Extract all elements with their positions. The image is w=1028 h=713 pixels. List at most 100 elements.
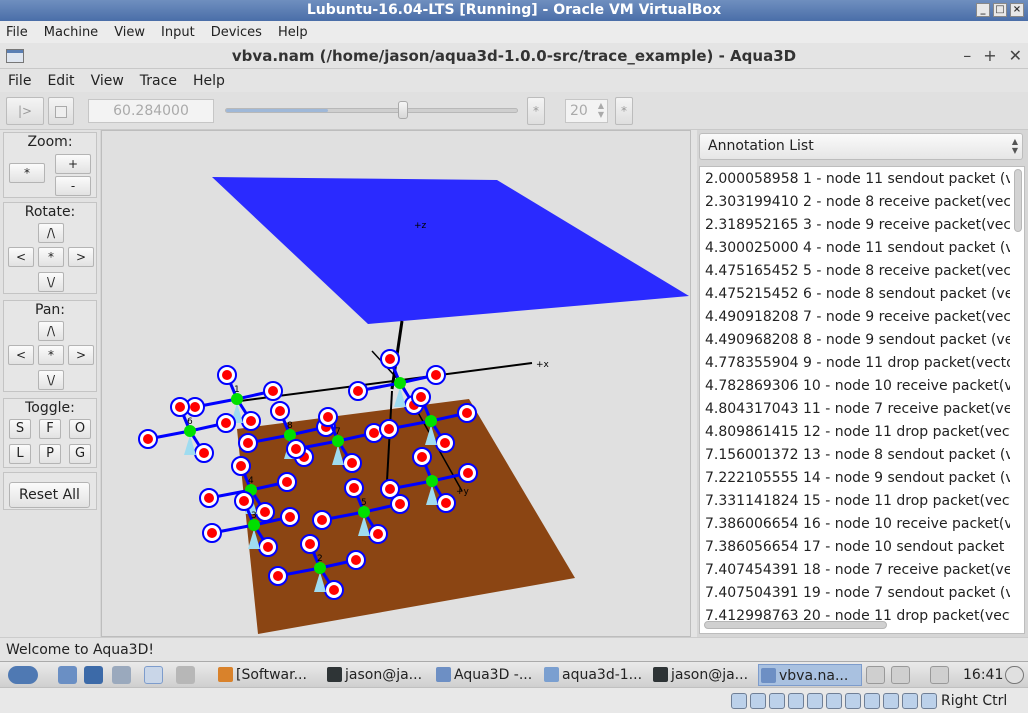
pan-left-button[interactable]: < — [8, 345, 34, 365]
zoom-in-button[interactable]: + — [55, 154, 91, 174]
vbox-maximize-button[interactable]: □ — [993, 3, 1007, 17]
taskbar-task[interactable]: [Softwar... — [216, 664, 320, 686]
pan-center-button[interactable]: * — [38, 345, 64, 365]
app-close-button[interactable]: ✕ — [1009, 43, 1022, 69]
workspace-2-icon[interactable] — [176, 666, 195, 684]
annotation-row[interactable]: 7.407504391 19 - node 7 sendout packet (… — [700, 581, 1010, 604]
annotation-row[interactable]: 7.386056654 17 - node 10 sendout packet … — [700, 535, 1010, 558]
network-adapter-icon[interactable] — [788, 693, 804, 709]
annotation-row[interactable]: 2.303199410 2 - node 8 receive packet(ve… — [700, 190, 1010, 213]
annotation-row[interactable]: 4.475215452 6 - node 8 sendout packet (v… — [700, 282, 1010, 305]
annotation-row[interactable]: 4.490968208 8 - node 9 sendout packet (v… — [700, 328, 1010, 351]
annotation-row[interactable]: 4.782869306 10 - node 10 receive packet(… — [700, 374, 1010, 397]
spin-arrows-icon[interactable]: ▲ ▼ — [598, 101, 604, 119]
taskbar-task[interactable]: jason@ja... — [325, 664, 429, 686]
mouse-integration-icon[interactable] — [902, 693, 918, 709]
annotation-row[interactable]: 4.490918208 7 - node 9 receive packet(ve… — [700, 305, 1010, 328]
time-slider[interactable] — [225, 108, 518, 113]
app-menu-view[interactable]: View — [91, 73, 124, 89]
vbox-close-button[interactable]: × — [1010, 3, 1024, 17]
app-maximize-button[interactable]: + — [983, 43, 996, 69]
app-menu-file[interactable]: File — [8, 73, 31, 89]
window-list-icon[interactable] — [112, 666, 131, 684]
rotate-center-button[interactable]: * — [38, 247, 64, 267]
toggle-f-button[interactable]: F — [39, 419, 61, 439]
zoom-out-button[interactable]: - — [55, 176, 91, 196]
hdd-icon[interactable] — [731, 693, 747, 709]
optical-icon[interactable] — [750, 693, 766, 709]
vscroll-thumb[interactable] — [1014, 169, 1022, 232]
toggle-p-button[interactable]: P — [39, 444, 61, 464]
vbox-menu-machine[interactable]: Machine — [44, 25, 98, 40]
file-manager-icon[interactable] — [84, 666, 103, 684]
vbox-menu-file[interactable]: File — [6, 25, 28, 40]
shared-folders-icon[interactable] — [826, 693, 842, 709]
annotation-row[interactable]: 7.222105555 14 - node 9 sendout packet (… — [700, 466, 1010, 489]
pan-up-button[interactable]: /\ — [38, 321, 64, 341]
annotation-row[interactable]: 2.318952165 3 - node 9 receive packet(ve… — [700, 213, 1010, 236]
taskbar-task[interactable]: vbva.na... — [758, 664, 862, 686]
app-menu-edit[interactable]: Edit — [47, 73, 74, 89]
time-set-button[interactable]: * — [527, 97, 545, 125]
window-icon[interactable] — [6, 49, 24, 63]
annotation-row[interactable]: 7.331141824 15 - node 11 drop packet(vec… — [700, 489, 1010, 512]
vbox-menu-devices[interactable]: Devices — [211, 25, 262, 40]
stop-button[interactable] — [48, 97, 74, 125]
battery-icon[interactable] — [891, 666, 910, 684]
vbox-menu-view[interactable]: View — [114, 25, 145, 40]
app-minimize-button[interactable]: – — [963, 43, 971, 69]
play-button[interactable]: |> — [6, 97, 44, 125]
annotation-row[interactable]: 4.804317043 11 - node 7 receive packet(v… — [700, 397, 1010, 420]
annotation-list[interactable]: 2.000058958 1 - node 11 sendout packet (… — [699, 166, 1025, 634]
rotate-right-button[interactable]: > — [68, 247, 94, 267]
rotate-up-button[interactable]: /\ — [38, 223, 64, 243]
audio-icon[interactable] — [769, 693, 785, 709]
power-icon[interactable] — [1005, 666, 1024, 684]
volume-icon[interactable] — [866, 666, 885, 684]
annotation-row[interactable]: 7.156001372 13 - node 8 sendout packet (… — [700, 443, 1010, 466]
annotation-vscroll[interactable] — [1014, 169, 1023, 619]
annotation-hscroll[interactable] — [704, 621, 887, 629]
annotation-row[interactable]: 2.000058958 1 - node 11 sendout packet (… — [700, 167, 1010, 190]
speed-spinbox[interactable]: 20 ▲ ▼ — [565, 99, 608, 123]
annotation-row[interactable]: 7.386006654 16 - node 10 receive packet(… — [700, 512, 1010, 535]
reset-all-button[interactable]: Reset All — [9, 482, 90, 508]
app-menu-help[interactable]: Help — [193, 73, 225, 89]
annotation-row[interactable]: 4.778355904 9 - node 11 drop packet(vect… — [700, 351, 1010, 374]
vbox-menu-input[interactable]: Input — [161, 25, 195, 40]
workspace-1-icon[interactable] — [144, 666, 163, 684]
annotation-row[interactable]: 7.407454391 18 - node 7 receive packet(v… — [700, 558, 1010, 581]
annotation-row[interactable]: 4.809861415 12 - node 11 drop packet(vec… — [700, 420, 1010, 443]
slider-handle[interactable] — [398, 101, 408, 119]
video-capture-icon[interactable] — [864, 693, 880, 709]
rotate-down-button[interactable]: \/ — [38, 272, 64, 292]
show-desktop-icon[interactable] — [58, 666, 77, 684]
vbox-menu-help[interactable]: Help — [278, 25, 308, 40]
rotate-left-button[interactable]: < — [8, 247, 34, 267]
app-menu-trace[interactable]: Trace — [140, 73, 177, 89]
start-menu-icon[interactable] — [8, 666, 38, 684]
taskbar-task[interactable]: aqua3d-1... — [542, 664, 646, 686]
vbox-minimize-button[interactable]: _ — [976, 3, 990, 17]
usb-icon[interactable] — [807, 693, 823, 709]
panel-splitter[interactable] — [691, 130, 697, 637]
display-icon[interactable] — [845, 693, 861, 709]
speed-set-button[interactable]: * — [615, 97, 633, 125]
annotation-row[interactable]: 4.300025000 4 - node 11 sendout packet (… — [700, 236, 1010, 259]
time-field[interactable]: 60.284000 — [88, 99, 214, 123]
pan-right-button[interactable]: > — [68, 345, 94, 365]
zoom-reset-button[interactable]: * — [9, 163, 45, 183]
pan-down-button[interactable]: \/ — [38, 370, 64, 390]
network-icon[interactable] — [930, 666, 949, 684]
taskbar-task[interactable]: jason@ja... — [651, 664, 755, 686]
toggle-s-button[interactable]: S — [9, 419, 31, 439]
vt-x-icon[interactable] — [883, 693, 899, 709]
taskbar-task[interactable]: Aqua3D -... — [434, 664, 538, 686]
toggle-l-button[interactable]: L — [9, 444, 31, 464]
annotation-combo[interactable]: Annotation List ▲ ▼ — [699, 133, 1023, 160]
keyboard-icon[interactable] — [921, 693, 937, 709]
annotation-row[interactable]: 4.475165452 5 - node 8 receive packet(ve… — [700, 259, 1010, 282]
toggle-g-button[interactable]: G — [69, 444, 91, 464]
toggle-o-button[interactable]: O — [69, 419, 91, 439]
scene-viewport[interactable]: +z +x +y 1 6 8 7 4 3 2 5 — [101, 130, 691, 637]
